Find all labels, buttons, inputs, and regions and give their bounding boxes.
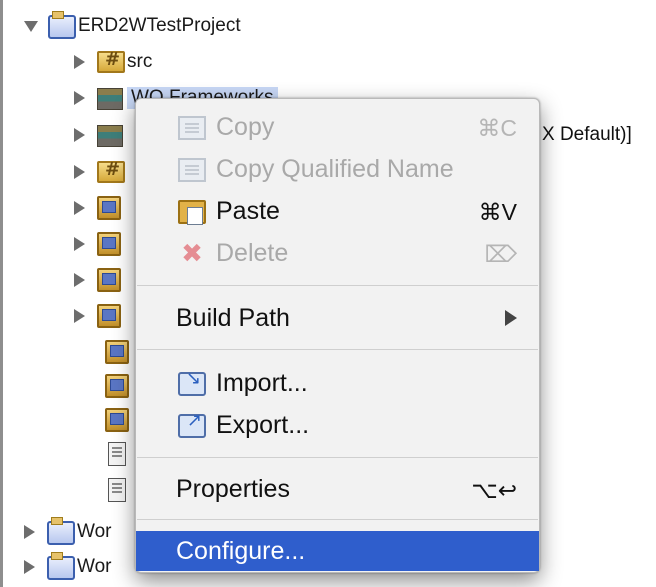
collapse-arrow-icon[interactable] — [74, 273, 85, 287]
shortcut-label: ⌘V — [478, 199, 517, 225]
context-menu: Copy ⌘C Copy Qualified Name Paste ⌘V ✖ D… — [135, 98, 540, 573]
menu-separator — [137, 519, 538, 520]
folder-icon — [97, 159, 125, 183]
shortcut-label: ⌘C — [477, 115, 517, 141]
tree-row-project[interactable]: ERD2WTestProject — [24, 11, 241, 41]
library-icon — [97, 88, 123, 110]
menu-item-label: Properties — [176, 475, 290, 503]
export-icon — [178, 410, 206, 438]
menu-item-configure[interactable]: Configure... — [136, 531, 539, 571]
project-label-partial: Wor — [77, 556, 112, 577]
menu-item-label: Build Path — [176, 304, 290, 332]
package-icon — [97, 304, 121, 328]
menu-item-properties[interactable]: Properties ⌥↩ — [136, 469, 539, 509]
menu-item-label: Copy — [216, 113, 275, 141]
menu-item-label: Paste — [216, 197, 280, 225]
tree-row[interactable] — [74, 193, 127, 223]
collapse-arrow-icon[interactable] — [24, 525, 35, 539]
tree-row[interactable] — [74, 301, 127, 331]
collapse-arrow-icon[interactable] — [24, 560, 35, 574]
delete-icon: ✖ — [181, 239, 203, 269]
menu-separator — [137, 457, 538, 458]
menu-item-export[interactable]: Export... — [136, 405, 539, 445]
menu-item-label: Configure... — [176, 537, 306, 565]
tree-row[interactable] — [74, 157, 127, 187]
menu-item-label: Copy Qualified Name — [216, 155, 454, 183]
library-icon — [97, 125, 123, 147]
menu-item-copy[interactable]: Copy ⌘C — [136, 107, 539, 147]
jre-label-partial: X Default)] — [542, 124, 632, 145]
paste-icon — [178, 200, 206, 225]
menu-item-import[interactable]: Import... — [136, 363, 539, 403]
tree-row-project[interactable]: Wor — [24, 517, 111, 547]
collapse-arrow-icon[interactable] — [74, 201, 85, 215]
shortcut-label: ⌦ — [484, 241, 517, 267]
file-icon[interactable] — [105, 340, 129, 364]
menu-item-label: Import... — [216, 369, 308, 397]
tree-row[interactable] — [74, 229, 127, 259]
tree-row-project[interactable]: Wor — [24, 552, 111, 582]
tree-row[interactable] — [74, 265, 127, 295]
view-left-border — [0, 0, 3, 587]
menu-item-copy-qualified-name[interactable]: Copy Qualified Name — [136, 149, 539, 189]
menu-item-label: Export... — [216, 411, 310, 439]
copy-icon — [178, 116, 206, 140]
menu-item-label: Delete — [216, 239, 289, 267]
collapse-arrow-icon[interactable] — [74, 309, 85, 323]
project-label: ERD2WTestProject — [78, 15, 241, 36]
source-folder-icon — [97, 49, 125, 73]
menu-item-build-path[interactable]: Build Path — [136, 298, 539, 338]
tree-row-src[interactable]: src — [74, 47, 152, 77]
import-icon — [178, 368, 206, 396]
file-icon[interactable] — [108, 442, 126, 466]
menu-separator — [137, 285, 538, 286]
collapse-arrow-icon[interactable] — [74, 128, 85, 142]
collapse-arrow-icon[interactable] — [74, 55, 85, 69]
menu-item-paste[interactable]: Paste ⌘V — [136, 191, 539, 231]
submenu-arrow-icon — [505, 310, 517, 326]
project-icon — [47, 552, 75, 580]
package-icon — [97, 232, 121, 256]
copy-qualified-icon — [178, 158, 206, 182]
collapse-arrow-icon[interactable] — [74, 165, 85, 179]
collapse-arrow-icon[interactable] — [74, 237, 85, 251]
project-icon — [47, 517, 75, 545]
expand-arrow-icon[interactable] — [24, 20, 38, 32]
package-icon — [97, 268, 121, 292]
project-icon — [48, 11, 76, 39]
file-icon[interactable] — [105, 374, 129, 398]
src-label: src — [127, 51, 153, 72]
package-icon — [97, 196, 121, 220]
file-icon[interactable] — [108, 478, 126, 502]
menu-separator — [137, 349, 538, 350]
collapse-arrow-icon[interactable] — [74, 91, 85, 105]
tree-row-jre[interactable] — [74, 120, 127, 150]
menu-item-delete[interactable]: ✖ Delete ⌦ — [136, 233, 539, 273]
shortcut-label: ⌥↩ — [471, 477, 517, 503]
file-icon[interactable] — [105, 408, 129, 432]
project-label-partial: Wor — [77, 521, 112, 542]
